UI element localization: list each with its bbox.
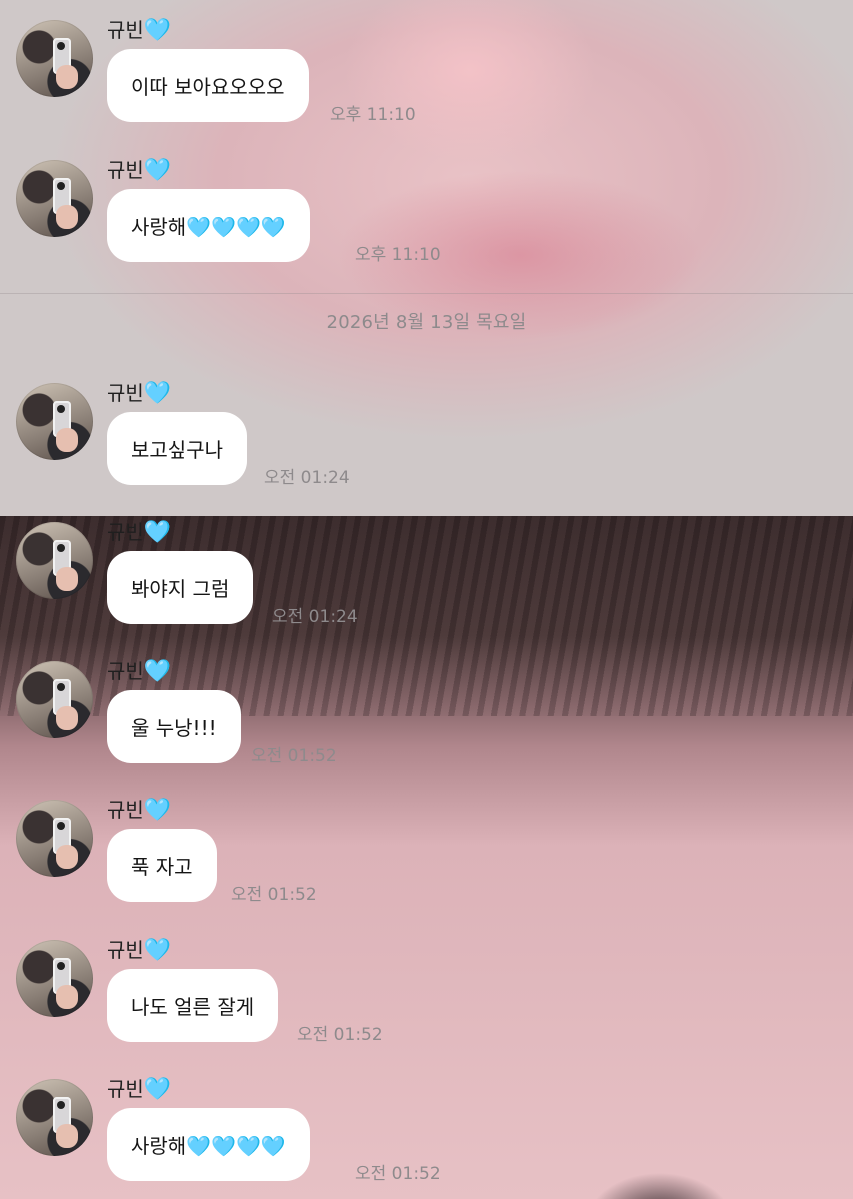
hand-icon xyxy=(56,1124,78,1148)
avatar[interactable] xyxy=(16,160,93,237)
sender-name: 규빈🩵 xyxy=(107,520,172,545)
camera-lens-icon xyxy=(57,1101,65,1109)
message-bubble[interactable]: 나도 얼른 잘게 xyxy=(107,969,279,1042)
light-blue-heart-icon: 🩵 xyxy=(143,798,172,823)
avatar[interactable] xyxy=(16,1079,93,1156)
message-time: 오전 01:24 xyxy=(272,607,358,627)
avatar[interactable] xyxy=(16,20,93,97)
avatar[interactable] xyxy=(16,522,93,599)
hand-icon xyxy=(56,567,78,591)
date-divider-line xyxy=(0,293,853,294)
light-blue-heart-icon: 🩵 xyxy=(143,938,172,963)
sender-name: 규빈🩵 xyxy=(107,381,172,406)
hand-icon xyxy=(56,428,78,452)
message-bubble[interactable]: 봐야지 그럼 xyxy=(107,551,254,624)
hand-icon xyxy=(56,845,78,869)
sender-name: 규빈🩵 xyxy=(107,798,172,823)
date-divider: 2026년 8월 13일 목요일 xyxy=(326,312,527,333)
camera-lens-icon xyxy=(57,683,65,691)
message-time: 오전 01:52 xyxy=(251,746,337,766)
avatar[interactable] xyxy=(16,383,93,460)
message-bubble[interactable]: 울 누낭!!! xyxy=(107,690,241,763)
message-time: 오전 01:52 xyxy=(355,1164,441,1184)
avatar[interactable] xyxy=(16,940,93,1017)
light-blue-heart-icon: 🩵 xyxy=(143,18,172,43)
message-bubble[interactable]: 푹 자고 xyxy=(107,829,217,902)
camera-lens-icon xyxy=(57,822,65,830)
camera-lens-icon xyxy=(57,962,65,970)
camera-lens-icon xyxy=(57,42,65,50)
message-bubble[interactable]: 이따 보아요오오오 xyxy=(107,49,309,122)
message-time: 오전 01:24 xyxy=(264,468,350,488)
hand-icon xyxy=(56,706,78,730)
camera-lens-icon xyxy=(57,182,65,190)
light-blue-heart-icon: 🩵 xyxy=(143,158,172,183)
hand-icon xyxy=(56,65,78,89)
message-time: 오후 11:10 xyxy=(330,105,416,125)
sender-name: 규빈🩵 xyxy=(107,18,172,43)
light-blue-heart-icon: 🩵 xyxy=(143,520,172,545)
hand-icon xyxy=(56,205,78,229)
avatar[interactable] xyxy=(16,800,93,877)
sender-name: 규빈🩵 xyxy=(107,938,172,963)
sender-name: 규빈🩵 xyxy=(107,158,172,183)
sender-name: 규빈🩵 xyxy=(107,1077,172,1102)
message-bubble[interactable]: 사랑해🩵🩵🩵🩵 xyxy=(107,1108,310,1181)
message-time: 오후 11:10 xyxy=(355,245,441,265)
message-time: 오전 01:52 xyxy=(297,1025,383,1045)
sender-name: 규빈🩵 xyxy=(107,659,172,684)
camera-lens-icon xyxy=(57,405,65,413)
hand-icon xyxy=(56,985,78,1009)
message-bubble[interactable]: 보고싶구나 xyxy=(107,412,247,485)
camera-lens-icon xyxy=(57,544,65,552)
message-bubble[interactable]: 사랑해🩵🩵🩵🩵 xyxy=(107,189,310,262)
avatar[interactable] xyxy=(16,661,93,738)
light-blue-heart-icon: 🩵 xyxy=(143,1077,172,1102)
light-blue-heart-icon: 🩵 xyxy=(143,381,172,406)
message-time: 오전 01:52 xyxy=(231,885,317,905)
light-blue-heart-icon: 🩵 xyxy=(143,659,172,684)
